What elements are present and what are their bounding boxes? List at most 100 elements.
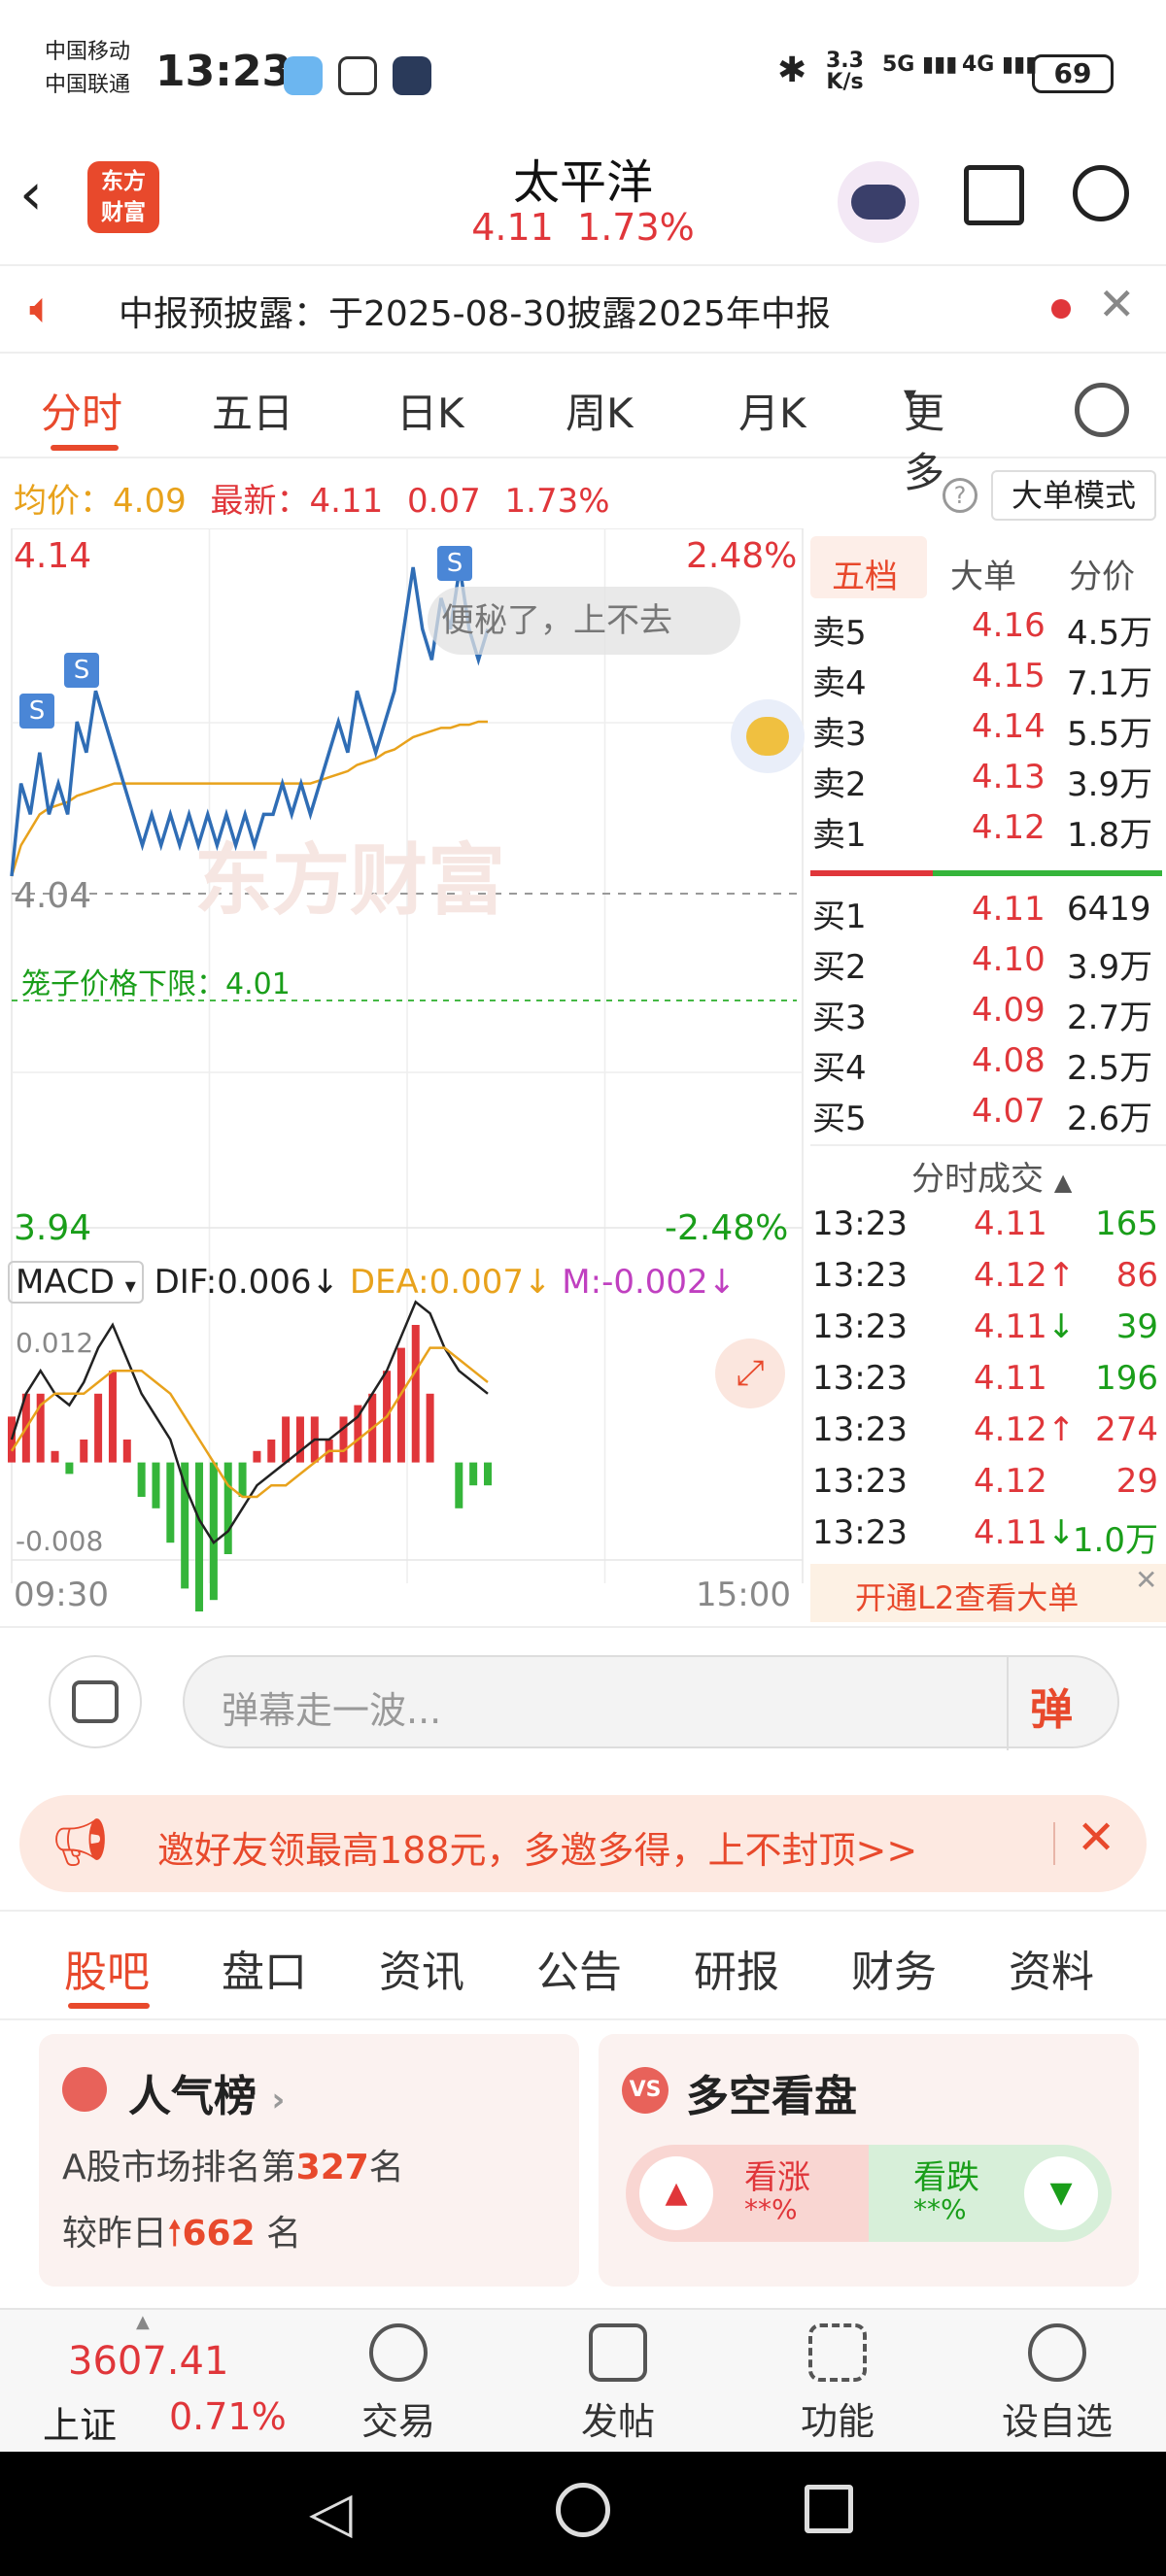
index-value[interactable]: 3607.41	[68, 2339, 228, 2384]
macd-bar	[282, 1416, 291, 1463]
tab-price-split[interactable]: 分价	[1069, 550, 1135, 597]
popularity-rank: A股市场排名第327名	[62, 2139, 404, 2189]
trade-price: 4.11	[974, 1307, 1047, 1346]
tab-big-orders[interactable]: 大单	[950, 550, 1016, 597]
index-change[interactable]: 0.71%	[169, 2395, 287, 2438]
close-notice-icon[interactable]: ✕	[1098, 278, 1136, 330]
nav-post[interactable]: 发帖	[540, 2323, 696, 2445]
sell-marker-icon[interactable]: S	[437, 546, 472, 581]
assistant-avatar-icon[interactable]	[838, 161, 919, 243]
comment-list-icon[interactable]	[49, 1655, 142, 1748]
trade-time: 13:23	[812, 1462, 908, 1501]
sell-marker-icon[interactable]: S	[19, 694, 54, 729]
danmaku-toggle-button[interactable]: 弹	[1030, 1675, 1073, 1737]
close-promo-icon[interactable]: ✕	[1077, 1811, 1115, 1865]
trade-row: 13:23 4.11 ↓ 39	[812, 1307, 1162, 1358]
level-label: 买1	[812, 898, 867, 936]
tab-daily-k[interactable]: 日K	[396, 381, 464, 440]
big-order-mode-button[interactable]: 大单模式	[991, 470, 1156, 521]
level-label: 买5	[812, 1100, 867, 1138]
tab-monthly-k[interactable]: 月K	[738, 381, 806, 440]
trade-volume: 274	[1095, 1410, 1158, 1449]
divider	[0, 1626, 1166, 1628]
tab-profile[interactable]: 资料	[1009, 1937, 1094, 1999]
tab-news[interactable]: 资讯	[379, 1937, 464, 1999]
tab-five-levels[interactable]: 五档	[832, 550, 898, 597]
level-price: 4.10	[972, 940, 1046, 979]
stock-change: 1.73%	[577, 206, 695, 249]
system-nav-bar: ◁	[0, 2452, 1166, 2576]
tab-guba[interactable]: 股吧	[64, 1937, 150, 1999]
sell-marker-icon[interactable]: S	[64, 653, 99, 688]
search-icon[interactable]	[1073, 165, 1129, 221]
tab-intraday[interactable]: 分时	[41, 381, 122, 440]
trade-row: 13:23 4.12 29	[812, 1462, 1162, 1512]
bear-button[interactable]: 看跌 **% ▼	[869, 2145, 1112, 2242]
y-bottom-pct: -2.48%	[665, 1208, 789, 1248]
trades-title[interactable]: 分时成交 ▲	[911, 1152, 1072, 1200]
level-price: 4.08	[972, 1041, 1046, 1080]
back-nav-icon[interactable]: ◁	[309, 2479, 353, 2545]
status-bar: 中国移动 中国联通 13:23 ✱ 3.3 K/s 5G ▮▮▮ 4G ▮▮▮ …	[0, 0, 1166, 146]
l2-banner[interactable]: 开通L2查看大单 ✕	[810, 1564, 1166, 1622]
macd-selector[interactable]: MACD ▾	[8, 1261, 144, 1304]
tab-finance[interactable]: 财务	[851, 1937, 937, 1999]
share-icon[interactable]	[964, 165, 1024, 225]
l2-banner-text: 开通L2查看大单	[855, 1579, 1080, 1616]
index-name[interactable]: 上证	[43, 2395, 117, 2449]
tab-research[interactable]: 研报	[694, 1937, 779, 1999]
bull-value: **%	[744, 2193, 798, 2225]
dea-value: 0.007	[429, 1263, 524, 1302]
m-label: M:	[562, 1263, 602, 1302]
status-time: 13:23	[155, 47, 292, 96]
level-volume: 1.8万	[1067, 816, 1153, 855]
trade-price: 4.12	[974, 1462, 1047, 1501]
tab-announcements[interactable]: 公告	[536, 1937, 622, 1999]
popularity-title: 人气榜 ›	[128, 2061, 285, 2123]
bull-button[interactable]: ▲ 看涨 **%	[626, 2145, 869, 2242]
recents-nav-icon[interactable]	[805, 2485, 853, 2533]
macd-bar	[339, 1416, 348, 1463]
avg-label: 均价：	[14, 482, 113, 521]
net-speed-unit: K/s	[826, 70, 864, 94]
notice-bar[interactable]: 🔈︎ 中报预披露：于2025-08-30披露2025年中报 ✕	[0, 264, 1166, 354]
level-volume: 3.9万	[1067, 948, 1153, 987]
trade-row: 13:23 4.12 ↑ 86	[812, 1256, 1162, 1306]
settings-gear-icon[interactable]	[1075, 383, 1129, 437]
danmaku-bubble: 便秘了，上不去	[428, 587, 740, 655]
tab-pankou[interactable]: 盘口	[222, 1937, 307, 1999]
tab-five-day[interactable]: 五日	[212, 381, 293, 440]
robot-app-icon	[393, 56, 431, 95]
trades-title-text: 分时成交	[911, 1160, 1044, 1199]
popularity-card[interactable]: 人气榜 › A股市场排名第327名 较昨日🠕662 名	[39, 2034, 579, 2287]
buy-level-row: 买5 4.07 2.6万	[812, 1092, 1162, 1142]
close-l2-icon[interactable]: ✕	[1135, 1564, 1157, 1596]
bull-bear-card[interactable]: VS 多空看盘 ▲ 看涨 **% 看跌 **% ▼	[599, 2034, 1139, 2287]
signal-5g-icon: 5G ▮▮▮	[882, 52, 958, 77]
tab-weekly-k[interactable]: 周K	[566, 381, 634, 440]
nav-watchlist[interactable]: 设自选	[979, 2323, 1135, 2445]
level-price: 4.15	[972, 657, 1046, 695]
macd-bar	[396, 1347, 405, 1463]
trade-volume: 165	[1095, 1204, 1158, 1243]
macd-bar	[51, 1450, 59, 1463]
trade-arrow-icon: ↑	[1047, 1410, 1076, 1449]
danmaku-input[interactable]: 弹幕走一波... 弹	[183, 1655, 1119, 1750]
brand-logo: 东方 财富	[87, 161, 159, 233]
level-volume: 4.5万	[1067, 614, 1153, 653]
buy-level-row: 买3 4.09 2.7万	[812, 991, 1162, 1041]
mascot-icon[interactable]	[731, 699, 805, 773]
nav-functions[interactable]: 功能	[760, 2323, 915, 2445]
level-label: 卖5	[812, 614, 867, 653]
level-price: 4.09	[972, 991, 1046, 1030]
battery-icon: 69	[1032, 54, 1114, 93]
promo-banner[interactable]: 📢︎ 邀好友领最高188元，多邀多得，上不封顶>> ✕	[19, 1795, 1147, 1892]
back-icon[interactable]: ‹	[19, 160, 43, 228]
macd-bar	[469, 1462, 478, 1486]
level-volume: 2.7万	[1067, 999, 1153, 1037]
nav-trade[interactable]: 交易	[321, 2323, 476, 2445]
home-nav-icon[interactable]	[556, 2483, 610, 2537]
sell-level-row: 卖3 4.14 5.5万	[812, 707, 1162, 758]
expand-icon[interactable]: ⤢	[715, 1339, 785, 1408]
help-icon[interactable]: ?	[943, 478, 977, 513]
